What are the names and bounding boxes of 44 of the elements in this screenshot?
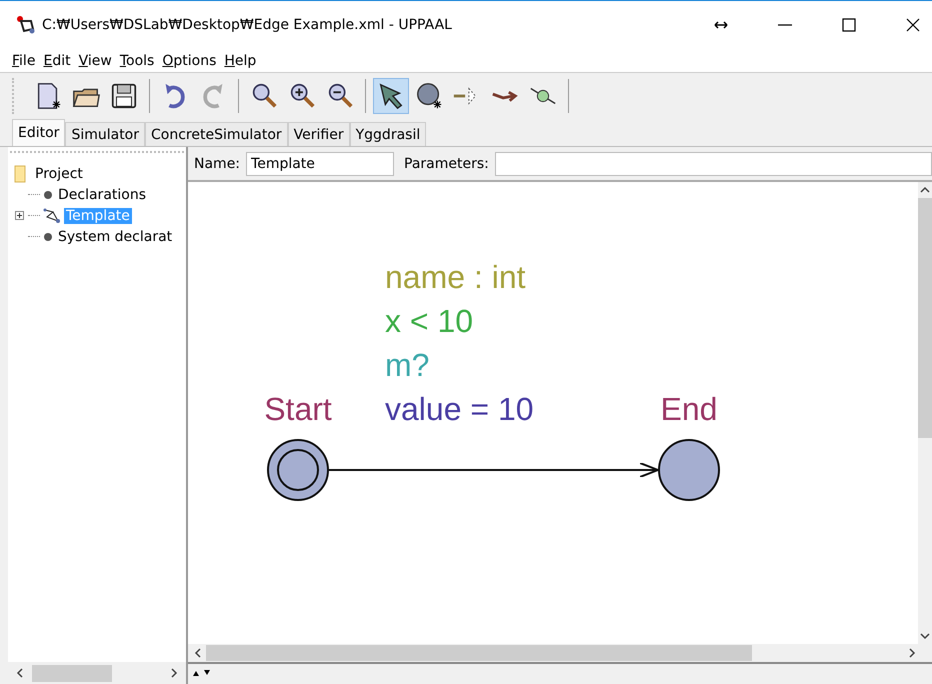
scroll-left-icon[interactable] bbox=[16, 668, 24, 678]
field-label: Parameters: bbox=[404, 156, 489, 172]
tab[interactable]: Yggdrasil bbox=[350, 122, 426, 146]
location[interactable] bbox=[658, 439, 720, 501]
tree-item[interactable]: System declarat bbox=[56, 228, 174, 244]
menu-item[interactable]: Help bbox=[224, 52, 256, 68]
menu-item[interactable]: View bbox=[78, 52, 112, 68]
location-name[interactable]: Start bbox=[264, 391, 332, 427]
app-logo-icon bbox=[16, 15, 36, 35]
initial-location[interactable] bbox=[267, 439, 329, 501]
tab[interactable]: Simulator bbox=[65, 122, 146, 146]
menu-item[interactable]: Tools bbox=[120, 52, 154, 68]
location-name[interactable]: End bbox=[660, 391, 718, 427]
automaton-icon bbox=[43, 208, 61, 224]
expand-icon[interactable] bbox=[15, 211, 24, 220]
scroll-down-icon[interactable] bbox=[920, 632, 930, 640]
splitter-arrows-icon[interactable] bbox=[192, 670, 212, 676]
window-title: C:₩Users₩DSLab₩Desktop₩Edge Example.xml - UPPAAL bbox=[42, 17, 452, 33]
tab[interactable]: Editor bbox=[12, 119, 66, 146]
menu-item[interactable]: Edit bbox=[43, 52, 71, 68]
bullet-icon bbox=[43, 232, 53, 242]
name-field[interactable]: Template bbox=[246, 152, 394, 176]
scroll-up-icon[interactable] bbox=[920, 186, 930, 194]
scrollbar-thumb[interactable] bbox=[206, 645, 752, 661]
tree-item[interactable]: Project bbox=[33, 166, 85, 182]
update-label[interactable]: value = 10 bbox=[385, 391, 534, 427]
scroll-right-icon[interactable] bbox=[908, 648, 916, 658]
scroll-left-icon[interactable] bbox=[194, 648, 202, 658]
tab[interactable]: Verifier bbox=[288, 122, 350, 146]
bullet-icon bbox=[43, 190, 53, 200]
menu-item[interactable]: Options bbox=[162, 52, 216, 68]
select-tool-button[interactable] bbox=[373, 78, 409, 114]
close-icon[interactable] bbox=[906, 18, 920, 32]
resize-icon[interactable] bbox=[714, 20, 728, 30]
maximize-icon[interactable] bbox=[842, 18, 856, 32]
scrollbar-thumb[interactable] bbox=[918, 198, 932, 438]
tree-item[interactable]: Declarations bbox=[56, 186, 148, 202]
parameters-field[interactable] bbox=[494, 152, 932, 176]
edge-arrow[interactable] bbox=[329, 462, 659, 478]
menu-item[interactable]: File bbox=[12, 52, 36, 68]
tab[interactable]: ConcreteSimulator bbox=[145, 122, 288, 146]
scroll-right-icon[interactable] bbox=[170, 668, 178, 678]
field-label: Name: bbox=[194, 156, 240, 172]
scrollbar-thumb[interactable] bbox=[32, 664, 112, 682]
